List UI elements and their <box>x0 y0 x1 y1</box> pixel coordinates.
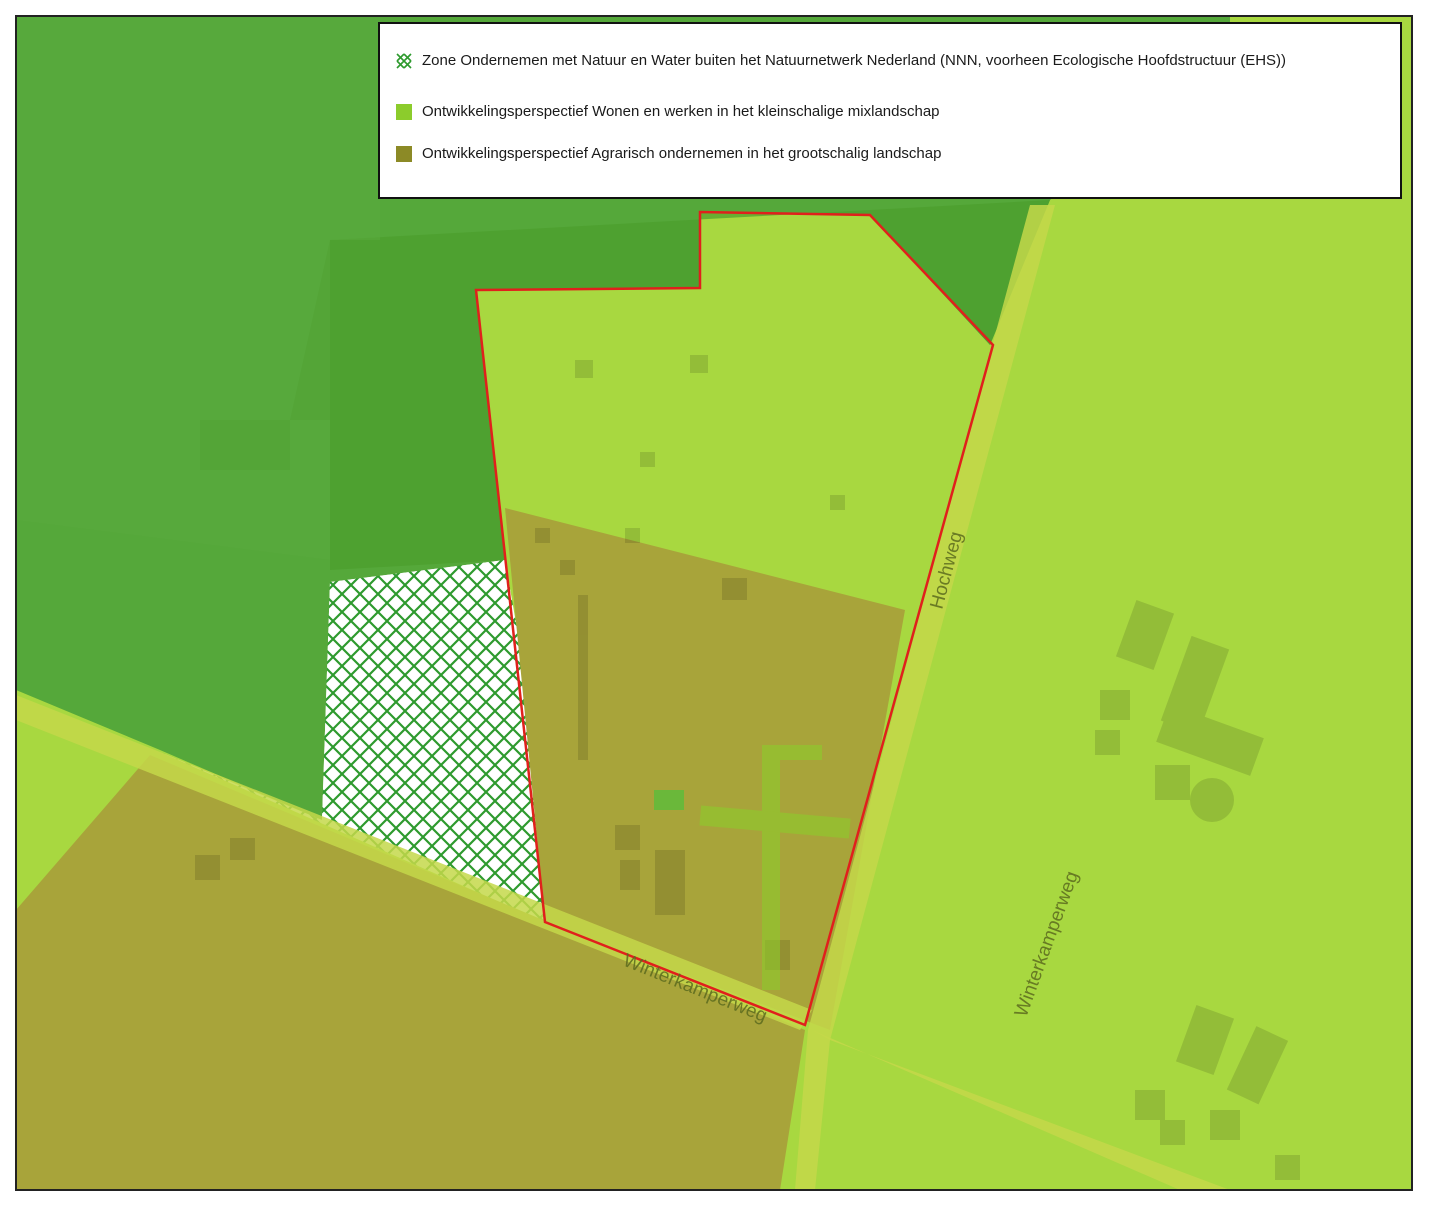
map-legend: Zone Ondernemen met Natuur en Water buit… <box>378 22 1402 199</box>
legend-label: Ontwikkelingsperspectief Agrarisch onder… <box>422 145 942 162</box>
legend-item-agrarisch: Ontwikkelingsperspectief Agrarisch onder… <box>396 145 941 162</box>
small-green-plot <box>654 790 684 810</box>
mixlandschap-swatch-icon <box>396 103 412 120</box>
crosshatch-icon <box>396 52 412 69</box>
legend-label: Zone Ondernemen met Natuur en Water buit… <box>422 52 1287 69</box>
legend-item-zone-ondernemen: Zone Ondernemen met Natuur en Water buit… <box>396 52 1286 69</box>
agrarisch-swatch-icon <box>396 145 412 162</box>
nnn-zone-west-band <box>16 16 380 560</box>
legend-label: Ontwikkelingsperspectief Wonen en werken… <box>422 103 940 120</box>
legend-item-mixlandschap: Ontwikkelingsperspectief Wonen en werken… <box>396 103 940 120</box>
